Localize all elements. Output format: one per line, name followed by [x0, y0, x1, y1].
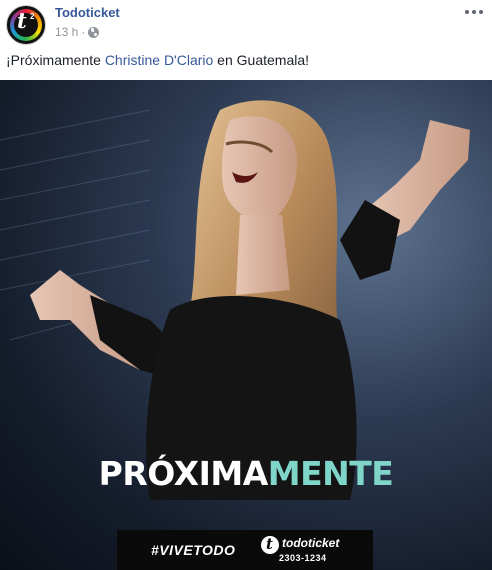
- post-header: t 2 Todoticket 13 h ·: [0, 0, 492, 46]
- avatar-letter: t: [17, 8, 27, 33]
- post-text: ¡Próximamente Christine D'Clario en Guat…: [6, 52, 309, 68]
- headline-part1: PRÓXIMA: [98, 454, 269, 493]
- page-avatar[interactable]: t 2: [6, 5, 46, 45]
- mention-link[interactable]: Christine D'Clario: [105, 52, 213, 68]
- more-options-icon[interactable]: [465, 8, 483, 16]
- headline-part2: MENTE: [267, 454, 394, 493]
- post-text-prefix: ¡Próximamente: [6, 52, 105, 68]
- post-image[interactable]: PRÓXIMAMENTE #VIVETODO todoticket 2303-1…: [0, 80, 492, 570]
- brand-name: todoticket: [282, 536, 340, 550]
- globe-icon[interactable]: [88, 26, 100, 38]
- vivetodo-hashtag: #VIVETODO: [151, 542, 236, 558]
- post-meta: 13 h ·: [55, 25, 100, 39]
- dot: [472, 10, 476, 14]
- proximamente-headline: PRÓXIMAMENTE: [0, 454, 492, 493]
- meta-separator: ·: [81, 25, 86, 39]
- post-timestamp[interactable]: 13 h: [55, 25, 78, 39]
- singer-illustration: [0, 100, 470, 500]
- todoticket-logo-icon: [261, 535, 279, 554]
- brand-strip: #VIVETODO todoticket 2303-1234: [117, 530, 373, 570]
- dot: [479, 10, 483, 14]
- page-name-link[interactable]: Todoticket: [55, 5, 120, 20]
- brand-phone: 2303-1234: [279, 553, 327, 563]
- avatar-superscript: 2: [30, 12, 35, 21]
- post-text-suffix: en Guatemala!: [213, 52, 310, 68]
- dot: [465, 10, 469, 14]
